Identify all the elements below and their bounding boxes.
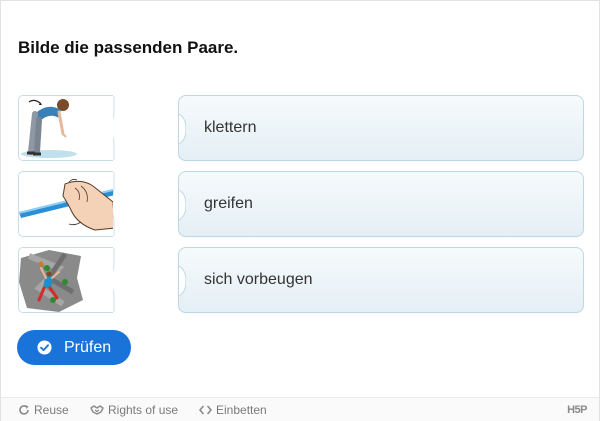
puzzle-connector: [113, 95, 122, 161]
pair-row: sich vorbeugen: [18, 247, 584, 313]
drop-zone[interactable]: klettern: [178, 95, 584, 161]
check-button-label: Prüfen: [64, 338, 112, 356]
hand-grabbing-pole-icon: [19, 178, 119, 231]
check-button[interactable]: Prüfen: [17, 330, 131, 365]
puzzle-notch: [178, 190, 186, 220]
draggable-image-card[interactable]: [18, 95, 122, 161]
reuse-icon: [19, 405, 29, 415]
puzzle-notch: [178, 114, 186, 144]
reuse-button[interactable]: Reuse: [18, 403, 69, 417]
pair-row: greifen: [18, 171, 584, 237]
drop-zone[interactable]: sich vorbeugen: [178, 247, 584, 313]
draggable-image-card[interactable]: [18, 171, 122, 237]
reuse-label: Reuse: [34, 403, 69, 417]
rights-of-use-button[interactable]: Rights of use: [90, 403, 178, 417]
h5p-logo[interactable]: H5P: [567, 404, 587, 416]
drop-zone[interactable]: greifen: [178, 171, 584, 237]
h5p-content-frame: Bilde die passenden Paare. klettern grei…: [0, 0, 600, 421]
person-bending-forward-icon: [21, 99, 77, 158]
check-circle-icon: [37, 340, 52, 355]
drop-zone-label: klettern: [204, 119, 257, 136]
drop-zone-label: sich vorbeugen: [204, 271, 313, 288]
drop-zone-label: greifen: [204, 195, 253, 212]
task-title: Bilde die passenden Paare.: [18, 38, 239, 57]
embed-button[interactable]: Einbetten: [199, 403, 267, 417]
handshake-icon: [90, 405, 104, 415]
climber-on-wall-icon: [19, 250, 83, 312]
h5p-footer: Reuse Rights of use Einbetten H5P: [1, 397, 599, 421]
rights-of-use-label: Rights of use: [108, 403, 179, 417]
draggable-image-card[interactable]: [18, 247, 122, 313]
puzzle-connector: [113, 171, 122, 237]
pair-row: klettern: [18, 95, 584, 161]
embed-label: Einbetten: [216, 403, 267, 417]
puzzle-connector: [113, 247, 122, 313]
code-icon: [199, 405, 212, 415]
puzzle-notch: [178, 266, 186, 296]
